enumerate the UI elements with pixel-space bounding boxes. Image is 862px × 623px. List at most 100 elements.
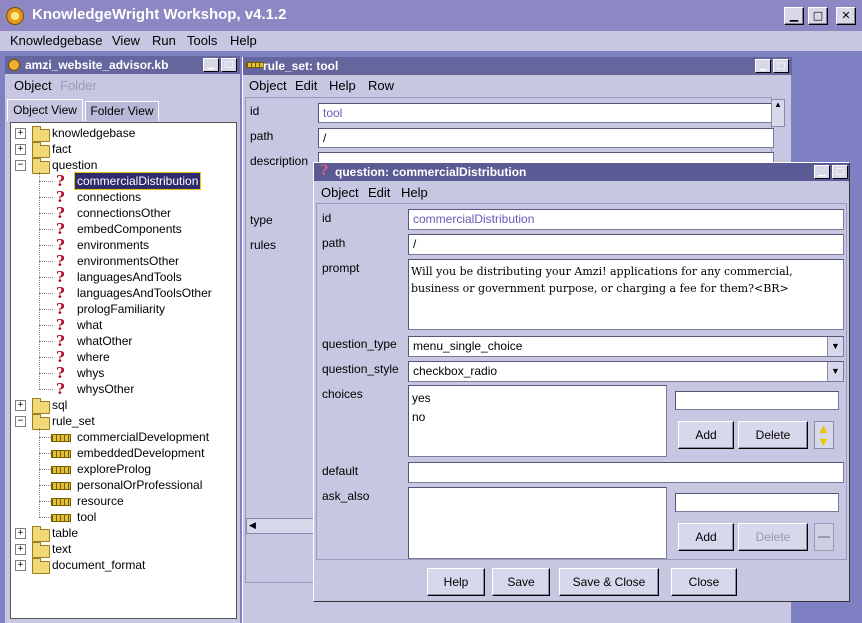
maximize-icon[interactable]: □ — [221, 58, 237, 72]
tree-row[interactable]: ? where — [11, 349, 236, 365]
tree-row[interactable]: ? whysOther — [11, 381, 236, 397]
maximize-icon[interactable]: □ — [808, 7, 828, 25]
minimize-icon[interactable]: ▁ — [203, 58, 219, 72]
expand-icon[interactable]: + — [15, 560, 26, 571]
tree-row[interactable]: ? languagesAndToolsOther — [11, 285, 236, 301]
tree-item-label: document_format — [52, 558, 146, 572]
tree-row[interactable]: ? prologFamiliarity — [11, 301, 236, 317]
tree-row[interactable]: ? what — [11, 317, 236, 333]
tree-row[interactable]: ? connections — [11, 189, 236, 205]
close-button[interactable]: Close — [671, 568, 737, 596]
tree-row[interactable]: commercialDevelopment — [11, 429, 236, 445]
question-path-field[interactable]: / — [408, 234, 844, 255]
expand-icon[interactable]: + — [15, 544, 26, 555]
chevron-down-icon[interactable]: ▼ — [827, 337, 843, 356]
tree-row[interactable]: ? commercialDistribution — [11, 172, 236, 190]
default-field[interactable] — [408, 462, 844, 483]
ask-also-add-button[interactable]: Add — [678, 523, 734, 551]
ruleset-icon — [51, 450, 71, 458]
question-menu-edit[interactable]: Edit — [368, 185, 390, 200]
question-window-titlebar[interactable]: ? question: commercialDistribution ▁ □ — [314, 163, 849, 181]
tree-row[interactable]: + fact — [11, 141, 236, 158]
tree-row[interactable]: embeddedDevelopment — [11, 445, 236, 461]
question-prompt-field[interactable]: Will you be distributing your Amzi! appl… — [408, 259, 844, 330]
tree-row[interactable]: − question — [11, 157, 236, 174]
choices-delete-button[interactable]: Delete — [738, 421, 808, 449]
kb-window-titlebar[interactable]: amzi_website_advisor.kb ▁ □ — [5, 56, 240, 74]
tree-row[interactable]: resource — [11, 493, 236, 509]
tree-row[interactable]: ? whys — [11, 365, 236, 381]
expand-icon[interactable]: + — [15, 144, 26, 155]
chevron-down-icon[interactable]: ▼ — [827, 362, 843, 381]
tree-row[interactable]: ? embedComponents — [11, 221, 236, 237]
tree-row[interactable]: tool — [11, 509, 236, 525]
tree-row[interactable]: ? whatOther — [11, 333, 236, 349]
collapse-icon[interactable]: − — [15, 160, 26, 171]
choices-new-input[interactable] — [675, 391, 839, 410]
tab-object-view[interactable]: Object View — [7, 99, 83, 121]
list-item[interactable]: no — [412, 410, 425, 424]
tree-row[interactable]: ? languagesAndTools — [11, 269, 236, 285]
choices-list[interactable]: yes no — [408, 385, 667, 457]
tree-row[interactable]: + sql — [11, 397, 236, 414]
ruleset-id-field[interactable]: tool — [318, 103, 774, 123]
arrow-down-icon[interactable]: ▼ — [817, 435, 830, 448]
expand-icon[interactable]: + — [15, 128, 26, 139]
tree-row[interactable]: personalOrProfessional — [11, 477, 236, 493]
choices-add-button[interactable]: Add — [678, 421, 734, 449]
ask-also-new-input[interactable] — [675, 493, 839, 512]
minimize-icon[interactable]: ▁ — [755, 59, 771, 73]
ask-also-list[interactable] — [408, 487, 667, 559]
ruleset-menu-help[interactable]: Help — [329, 78, 356, 93]
ruleset-menu-row[interactable]: Row — [368, 78, 394, 93]
close-icon[interactable]: ✕ — [836, 7, 856, 25]
question-icon: ? — [56, 204, 65, 222]
question-type-select[interactable]: menu_single_choice ▼ — [408, 336, 844, 357]
question-menu-help[interactable]: Help — [401, 185, 428, 200]
ruleset-menu-edit[interactable]: Edit — [295, 78, 317, 93]
tree-row[interactable]: ? environments — [11, 237, 236, 253]
tree-row[interactable]: + text — [11, 541, 236, 558]
question-menu-object[interactable]: Object — [321, 185, 359, 200]
ruleset-window-titlebar[interactable]: rule_set: tool ▁ □ — [243, 57, 792, 75]
save-button[interactable]: Save — [492, 568, 550, 596]
question-window: ? question: commercialDistribution ▁ □ O… — [313, 162, 850, 602]
maximize-icon[interactable]: □ — [773, 59, 789, 73]
question-path-label: path — [322, 236, 346, 250]
tree-row[interactable]: exploreProlog — [11, 461, 236, 477]
tree-row[interactable]: + document_format — [11, 557, 236, 574]
scroll-left-icon[interactable]: ◀ — [249, 520, 256, 531]
object-tree[interactable]: + knowledgebase + fact − question? commercialD… — [10, 122, 237, 619]
question-id-field[interactable]: commercialDistribution — [408, 209, 844, 230]
tree-row[interactable]: + knowledgebase — [11, 125, 236, 142]
choices-reorder[interactable]: ▲ ▼ — [814, 421, 834, 449]
question-style-select[interactable]: checkbox_radio ▼ — [408, 361, 844, 382]
tree-guide — [39, 213, 53, 214]
minimize-icon[interactable]: ▁ — [814, 165, 830, 179]
help-button[interactable]: Help — [427, 568, 485, 596]
tree-row[interactable]: ? connectionsOther — [11, 205, 236, 221]
ruleset-vertical-scrollbar[interactable]: ▲ — [771, 99, 785, 127]
maximize-icon[interactable]: □ — [832, 165, 848, 179]
tree-row[interactable]: − rule_set — [11, 413, 236, 430]
ruleset-menu-object[interactable]: Object — [249, 78, 287, 93]
expand-icon[interactable]: + — [15, 528, 26, 539]
minimize-icon[interactable]: ▁ — [784, 7, 804, 25]
tree-row[interactable]: ? environmentsOther — [11, 253, 236, 269]
tree-guide — [39, 325, 53, 326]
kb-menu-object[interactable]: Object — [14, 78, 52, 93]
tree-row[interactable]: + table — [11, 525, 236, 542]
menu-run[interactable]: Run — [152, 33, 176, 48]
menu-knowledgebase[interactable]: Knowledgebase — [10, 33, 103, 48]
menu-view[interactable]: View — [112, 33, 140, 48]
main-menubar: Knowledgebase View Run Tools Help — [0, 31, 862, 51]
collapse-icon[interactable]: − — [15, 416, 26, 427]
list-item[interactable]: yes — [412, 391, 431, 405]
menu-help[interactable]: Help — [230, 33, 257, 48]
question-id-label: id — [322, 211, 332, 225]
save-close-button[interactable]: Save & Close — [559, 568, 659, 596]
ruleset-path-field[interactable]: / — [318, 128, 774, 148]
tab-folder-view[interactable]: Folder View — [85, 101, 159, 121]
menu-tools[interactable]: Tools — [187, 33, 217, 48]
expand-icon[interactable]: + — [15, 400, 26, 411]
